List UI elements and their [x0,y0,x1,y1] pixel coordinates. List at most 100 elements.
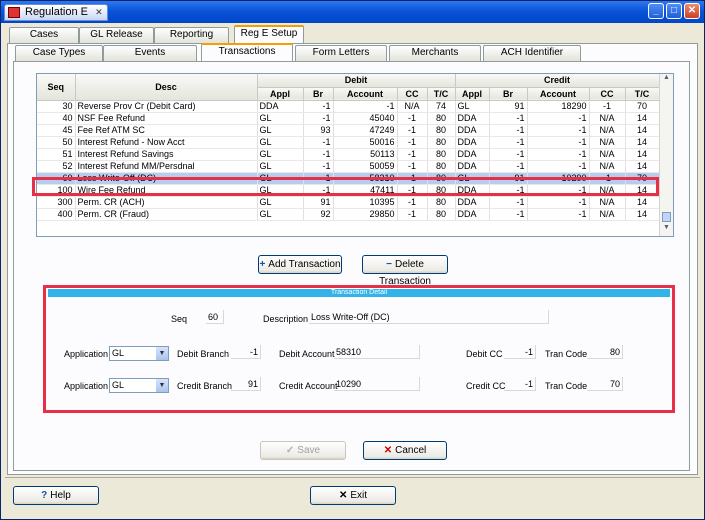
table-row[interactable]: 50 Interest Refund - Now Acct GL -1 50016 -1 8… [37,136,660,149]
credit-tran-code-field[interactable]: 70 [587,377,623,391]
col-header-debit-br[interactable]: Br [303,87,334,101]
maximize-button[interactable]: □ [666,3,682,19]
window-title-tab[interactable]: Regulation E ✕ [4,4,108,21]
cell-seq: 45 [37,124,76,137]
close-icon[interactable]: ✕ [95,5,103,20]
debit-application-select[interactable]: GL ▼ [109,346,169,361]
description-label: Description [263,314,309,324]
cell-c-cc: N/A [589,112,626,125]
app-icon [8,7,20,18]
credit-branch-field[interactable]: 91 [231,377,261,391]
cell-d-acct: 58310 [333,172,398,185]
cell-c-tc: 14 [625,196,660,209]
tab-ach-identifier[interactable]: ACH Identifier [483,45,581,61]
tab-form-letters[interactable]: Form Letters [295,45,387,61]
credit-application-label: Application [64,381,109,391]
table-row[interactable]: 400 Perm. CR (Fraud) GL 92 29850 -1 80 DDA -1 -1 N… [37,208,660,221]
tab-reg-e-setup[interactable]: Reg E Setup [234,25,304,43]
group-header-credit: Credit [455,74,660,88]
cell-desc: Loss Write-Off (DC) [75,172,258,185]
col-header-credit-br[interactable]: Br [489,87,528,101]
cell-d-tc: 80 [427,160,456,173]
chevron-down-icon[interactable]: ▼ [156,347,168,360]
tab-merchants[interactable]: Merchants [389,45,481,61]
delete-icon: − [386,259,392,270]
minimize-button[interactable]: _ [648,3,664,19]
col-header-credit-tc[interactable]: T/C [625,87,660,101]
cell-d-acct: 29850 [333,208,398,221]
cell-c-tc: 14 [625,124,660,137]
main-tab-strip: Cases GL Release Reporting Reg E Setup [9,25,309,43]
table-row[interactable]: 100 Wire Fee Refund GL -1 47411 -1 80 DDA -1 -1 N/… [37,184,660,197]
transactions-grid[interactable]: Seq Desc Debit Credit Appl Br Account CC… [36,73,674,237]
table-row[interactable]: 60 Loss Write-Off (DC) GL -1 58310 -1 80 GL 91 10… [37,172,660,185]
table-row[interactable]: 300 Perm. CR (ACH) GL 91 10395 -1 80 DDA -1 -1 N/A… [37,196,660,209]
chevron-down-icon[interactable]: ▼ [156,379,168,392]
cell-c-br: -1 [489,112,528,125]
scroll-down-icon[interactable]: ▼ [660,224,673,236]
table-row[interactable]: 45 Fee Ref ATM SC GL 93 47249 -1 80 DDA -1 -1 N/A 1… [37,124,660,137]
col-header-desc[interactable]: Desc [75,74,258,101]
cell-d-appl: GL [257,172,304,185]
cell-desc: Fee Ref ATM SC [75,124,258,137]
col-header-debit-cc[interactable]: CC [397,87,428,101]
tab-events[interactable]: Events [103,45,197,61]
save-label: Save [297,445,321,456]
table-row[interactable]: 51 Interest Refund Savings GL -1 50113 -1 80 DD… [37,148,660,161]
window-title: Regulation E [25,6,88,18]
credit-application-value: GL [112,380,125,390]
tab-gl-release[interactable]: GL Release [79,27,154,43]
help-label: Help [50,490,71,501]
col-header-credit-appl[interactable]: Appl [455,87,490,101]
debit-branch-field[interactable]: -1 [231,345,261,359]
footer-divider [5,477,700,478]
col-header-debit-account[interactable]: Account [333,87,398,101]
table-row[interactable]: 52 Interest Refund MM/Persdnal GL -1 50059 -1… [37,160,660,173]
exit-button[interactable]: ✕ Exit [310,486,396,505]
delete-transaction-button[interactable]: − Delete Transaction [362,255,448,287]
credit-application-select[interactable]: GL ▼ [109,378,169,393]
scroll-up-icon[interactable]: ▲ [660,74,673,86]
debit-account-field[interactable]: 58310 [334,345,420,359]
debit-tran-code-field[interactable]: 80 [587,345,623,359]
credit-account-field[interactable]: 10290 [334,377,420,391]
col-header-seq[interactable]: Seq [37,74,76,101]
seq-field[interactable]: 60 [206,310,224,324]
col-header-credit-account[interactable]: Account [527,87,590,101]
cell-d-appl: DDA [257,100,304,113]
cell-d-acct: -1 [333,100,398,113]
debit-tran-code-label: Tran Code [545,349,588,359]
cell-c-appl: DDA [455,184,490,197]
tab-case-types[interactable]: Case Types [15,45,103,61]
add-transaction-button[interactable]: + Add Transaction [258,255,342,274]
table-row[interactable]: 40 NSF Fee Refund GL -1 45040 -1 80 DDA -1 -1 N/A 1… [37,112,660,125]
col-header-credit-cc[interactable]: CC [589,87,626,101]
tab-transactions[interactable]: Transactions [201,43,293,61]
save-button[interactable]: ✓ Save [260,441,346,460]
cancel-button[interactable]: ✕ Cancel [363,441,447,460]
cell-seq: 60 [37,172,76,185]
cell-d-cc: -1 [397,112,428,125]
col-header-debit-appl[interactable]: Appl [257,87,304,101]
grid-vertical-scrollbar[interactable]: ▲ ▼ [659,74,673,236]
tab-cases[interactable]: Cases [9,27,79,43]
credit-cc-field[interactable]: -1 [504,377,536,391]
cell-desc: Interest Refund Savings [75,148,258,161]
cell-c-appl: DDA [455,124,490,137]
tab-reporting[interactable]: Reporting [154,27,229,43]
cell-c-tc: 14 [625,208,660,221]
scroll-thumb[interactable] [662,212,671,222]
description-field[interactable]: Loss Write-Off (DC) [309,310,549,324]
table-row[interactable]: 30 Reverse Prov Cr (Debit Card) DDA -1 -1 N/A… [37,100,660,113]
cell-d-appl: GL [257,184,304,197]
cell-d-appl: GL [257,124,304,137]
cell-c-acct: -1 [527,160,590,173]
help-button[interactable]: ? Help [13,486,99,505]
cell-c-appl: DDA [455,208,490,221]
cell-d-acct: 50113 [333,148,398,161]
col-header-debit-tc[interactable]: T/C [427,87,456,101]
debit-cc-field[interactable]: -1 [504,345,536,359]
window-controls: _ □ ✕ [648,3,700,19]
cell-desc: Perm. CR (ACH) [75,196,258,209]
close-button[interactable]: ✕ [684,3,700,19]
